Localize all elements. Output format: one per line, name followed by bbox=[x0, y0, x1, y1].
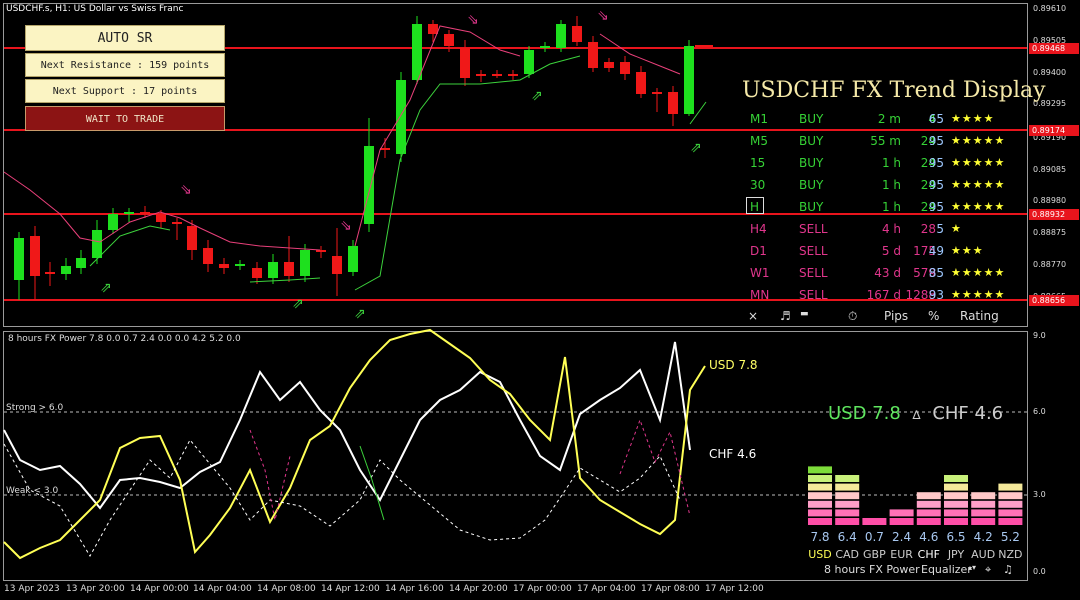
equalizer-segment bbox=[998, 500, 1023, 508]
currency-value: 0.7 bbox=[864, 530, 884, 544]
time-tick: 14 Apr 08:00 bbox=[257, 584, 316, 594]
equalizer-segment bbox=[808, 518, 832, 525]
equalizer-segment bbox=[944, 475, 968, 482]
equalizer-segment bbox=[916, 518, 941, 525]
equalizer-segment bbox=[808, 509, 832, 517]
time-tick: 13 Apr 20:00 bbox=[66, 584, 125, 594]
currency-value: 5.2 bbox=[1000, 530, 1020, 544]
equalizer-segment bbox=[835, 483, 860, 491]
currency-name: AUD bbox=[971, 548, 996, 561]
hours-label: 8 hours bbox=[824, 563, 866, 576]
currency-name: EUR bbox=[890, 548, 913, 561]
equalizer-segment bbox=[971, 500, 996, 508]
equalizer-segment bbox=[971, 492, 996, 500]
currency-value: 7.8 bbox=[810, 530, 830, 544]
time-tick: 14 Apr 04:00 bbox=[193, 584, 252, 594]
currency-value: 6.5 bbox=[946, 530, 966, 544]
equalizer-segment bbox=[944, 500, 968, 508]
equalizer-segment bbox=[862, 518, 887, 525]
equalizer-segment bbox=[808, 483, 832, 491]
equalizer-segment bbox=[916, 509, 941, 517]
time-tick: 17 Apr 08:00 bbox=[641, 584, 700, 594]
equalizer-segment bbox=[998, 492, 1023, 500]
equalizer-segment bbox=[835, 492, 860, 500]
equalizer-segment bbox=[971, 509, 996, 517]
equalizer-segment bbox=[835, 509, 860, 517]
time-tick: 13 Apr 2023 bbox=[4, 584, 60, 594]
equalizer-segment bbox=[998, 518, 1023, 525]
equalizer-segment bbox=[808, 500, 832, 508]
equalizer-segment bbox=[808, 475, 832, 482]
equalizer-footer: Equalizer bbox=[921, 563, 972, 576]
currency-value: 4.6 bbox=[919, 530, 939, 544]
time-tick: 17 Apr 12:00 bbox=[705, 584, 764, 594]
equalizer-segment bbox=[998, 483, 1023, 491]
equalizer-segment bbox=[835, 518, 860, 525]
currency-name: USD bbox=[808, 548, 832, 561]
time-tick: 14 Apr 20:00 bbox=[449, 584, 508, 594]
equalizer-segment bbox=[944, 509, 968, 517]
time-tick: 14 Apr 16:00 bbox=[385, 584, 444, 594]
equalizer-segment bbox=[808, 492, 832, 500]
equalizer-segment bbox=[916, 500, 941, 508]
equalizer-segment bbox=[835, 475, 860, 482]
equalizer-segment bbox=[889, 518, 914, 525]
currency-name: NZD bbox=[998, 548, 1023, 561]
currency-equalizer bbox=[808, 466, 1023, 525]
time-tick: 17 Apr 00:00 bbox=[513, 584, 572, 594]
time-tick: 14 Apr 00:00 bbox=[130, 584, 189, 594]
fx-power-footer: FX Power bbox=[869, 563, 920, 576]
music-icon[interactable]: ♫ bbox=[1003, 563, 1013, 576]
currency-name: CAD bbox=[835, 548, 860, 561]
equalizer-segment bbox=[835, 500, 860, 508]
crosshair-icon[interactable]: ⌖ bbox=[985, 563, 991, 577]
time-tick: 17 Apr 04:00 bbox=[577, 584, 636, 594]
currency-name: CHF bbox=[917, 548, 940, 561]
equalizer-segment bbox=[944, 518, 968, 525]
currency-value: 4.2 bbox=[973, 530, 993, 544]
time-tick: 14 Apr 12:00 bbox=[321, 584, 380, 594]
equalizer-segment bbox=[889, 509, 914, 517]
currency-name: JPY bbox=[947, 548, 965, 561]
currency-value: 2.4 bbox=[892, 530, 912, 544]
currency-name: GBP bbox=[863, 548, 886, 561]
scroll-icon[interactable]: ▴▾ bbox=[968, 563, 976, 572]
equalizer-segment bbox=[916, 492, 941, 500]
equalizer-segment bbox=[971, 518, 996, 525]
equalizer-segment bbox=[944, 492, 968, 500]
equalizer-segment bbox=[808, 466, 832, 474]
equalizer-segment bbox=[944, 483, 968, 491]
currency-value: 6.4 bbox=[837, 530, 857, 544]
equalizer-segment bbox=[998, 509, 1023, 517]
